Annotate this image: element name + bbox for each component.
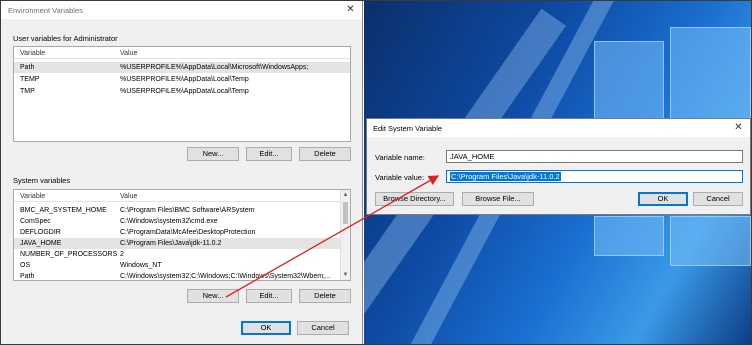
variable-value: Windows_NT [120, 262, 162, 269]
cancel-button[interactable]: Cancel [297, 321, 349, 335]
variable-value: %USERPROFILE%\AppData\Local\Microsoft\Wi… [120, 64, 309, 71]
variable-value: C:\Program Files\Java\jdk-11.0.2 [120, 240, 222, 247]
column-header-variable[interactable]: Variable [20, 50, 45, 57]
close-icon[interactable]: ✕ [345, 4, 356, 15]
system-delete-button[interactable]: Delete [299, 289, 351, 303]
variable-value: C:\Windows\system32\cmd.exe [120, 218, 218, 225]
browse-file-button[interactable]: Browse File... [462, 192, 534, 206]
windows-logo-pane [670, 216, 751, 266]
browse-directory-button[interactable]: Browse Directory... [375, 192, 454, 206]
variable-name: Path [20, 64, 35, 71]
variable-value: C:\Program Files\BMC Software\ARSystem [120, 207, 255, 214]
variable-name: NUMBER_OF_PROCESSORS [20, 251, 118, 258]
list-item[interactable]: TEMP %USERPROFILE%\AppData\Local\Temp [14, 74, 350, 85]
list-item[interactable]: BMC_AR_SYSTEM_HOME C:\Program Files\BMC … [14, 205, 350, 216]
edit-system-variable-dialog: Edit System Variable ✕ Variable name: JA… [366, 118, 751, 215]
variable-name: TEMP [20, 76, 40, 83]
variable-name: BMC_AR_SYSTEM_HOME [20, 207, 107, 214]
close-icon[interactable]: ✕ [733, 122, 744, 133]
variable-name: JAVA_HOME [20, 240, 62, 247]
list-item[interactable]: JAVA_HOME C:\Program Files\Java\jdk-11.0… [14, 238, 350, 249]
titlebar: Environment Variables ✕ [1, 1, 362, 19]
variable-name: OS [20, 262, 31, 269]
system-variables-label: System variables [13, 176, 71, 185]
titlebar: Edit System Variable ✕ [367, 119, 750, 137]
list-item[interactable]: OS Windows_NT [14, 260, 350, 271]
user-variables-label: User variables for Administrator [13, 34, 118, 43]
list-header: Variable Value [14, 47, 350, 59]
system-new-button[interactable]: New... [187, 289, 239, 303]
variable-value-label: Variable value: [375, 173, 425, 182]
variable-name-text: JAVA_HOME [450, 152, 495, 161]
scroll-thumb[interactable] [343, 202, 348, 224]
user-variables-list[interactable]: Variable Value Path %USERPROFILE%\AppDat… [13, 46, 351, 142]
list-item[interactable]: Path %USERPROFILE%\AppData\Local\Microso… [14, 62, 350, 73]
dialog-title: Edit System Variable [373, 124, 443, 133]
environment-variables-dialog: Environment Variables ✕ User variables f… [1, 1, 363, 344]
variable-value: C:\ProgramData\McAfee\DesktopProtection [120, 229, 256, 236]
list-item[interactable]: ComSpec C:\Windows\system32\cmd.exe [14, 216, 350, 227]
list-header: Variable Value [14, 190, 350, 202]
variable-value-text: C:\Program Files\Java\jdk-11.0.2 [450, 172, 561, 181]
vertical-scrollbar[interactable]: ▲ ▼ [340, 190, 350, 280]
variable-value: C:\Windows\system32;C:\Windows;C:\Window… [120, 273, 331, 280]
list-item[interactable]: TMP %USERPROFILE%\AppData\Local\Temp [14, 86, 350, 97]
list-item[interactable]: NUMBER_OF_PROCESSORS 2 [14, 249, 350, 260]
column-header-value[interactable]: Value [120, 50, 137, 57]
user-edit-button[interactable]: Edit... [246, 147, 292, 161]
dialog-title: Environment Variables [8, 6, 83, 15]
variable-value: 2 [120, 251, 124, 258]
variable-value: %USERPROFILE%\AppData\Local\Temp [120, 88, 249, 95]
scroll-down-arrow-icon[interactable]: ▼ [341, 272, 350, 278]
column-header-variable[interactable]: Variable [20, 193, 45, 200]
variable-name: ComSpec [20, 218, 51, 225]
variable-name: DEFLOGDIR [20, 229, 61, 236]
variable-name-label: Variable name: [375, 153, 425, 162]
column-header-value[interactable]: Value [120, 193, 137, 200]
ok-button[interactable]: OK [638, 192, 688, 206]
system-variables-list[interactable]: Variable Value BMC_AR_SYSTEM_HOME C:\Pro… [13, 189, 351, 281]
user-new-button[interactable]: New... [187, 147, 239, 161]
variable-value-field[interactable]: C:\Program Files\Java\jdk-11.0.2 [446, 170, 743, 183]
list-item[interactable]: DEFLOGDIR C:\ProgramData\McAfee\DesktopP… [14, 227, 350, 238]
scroll-up-arrow-icon[interactable]: ▲ [341, 192, 350, 198]
variable-name-field[interactable]: JAVA_HOME [446, 150, 743, 163]
variable-name: Path [20, 273, 35, 280]
cancel-button[interactable]: Cancel [693, 192, 743, 206]
system-edit-button[interactable]: Edit... [246, 289, 292, 303]
variable-value: %USERPROFILE%\AppData\Local\Temp [120, 76, 249, 83]
list-item[interactable]: Path C:\Windows\system32;C:\Windows;C:\W… [14, 271, 350, 280]
variable-name: TMP [20, 88, 35, 95]
ok-button[interactable]: OK [241, 321, 291, 335]
windows-logo-pane [594, 216, 664, 256]
user-delete-button[interactable]: Delete [299, 147, 351, 161]
